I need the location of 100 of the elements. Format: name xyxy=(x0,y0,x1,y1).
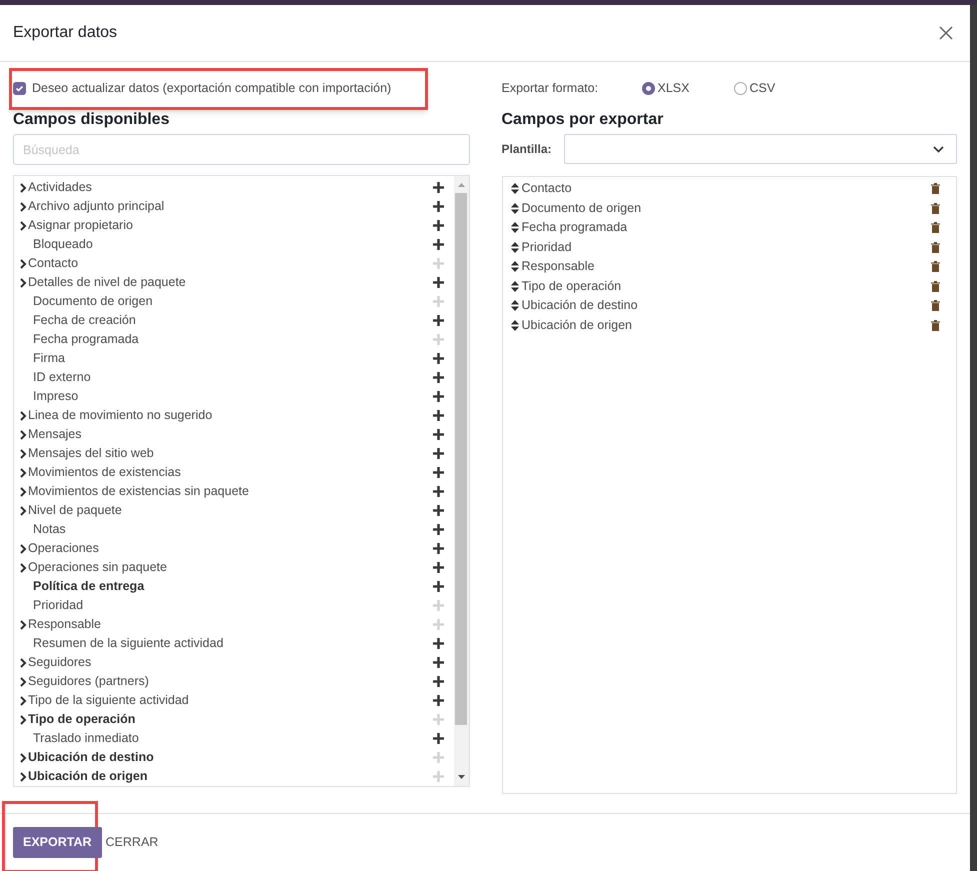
plus-icon[interactable] xyxy=(432,543,444,554)
plus-icon[interactable] xyxy=(432,581,444,592)
field-item[interactable]: Asignar propietario xyxy=(28,216,133,235)
field-item[interactable]: Tipo de operación xyxy=(28,710,136,729)
export-field: Prioridad xyxy=(522,238,572,257)
export-button[interactable]: EXPORTAR xyxy=(13,827,102,858)
plus-icon[interactable] xyxy=(432,239,444,250)
field-item[interactable]: Detalles de nivel de paquete xyxy=(28,273,186,292)
close-button[interactable]: CERRAR xyxy=(104,827,160,858)
field-item[interactable]: Documento de origen xyxy=(33,292,153,311)
plus-icon[interactable] xyxy=(432,676,444,687)
radio-label: CSV xyxy=(750,80,776,97)
field-item[interactable]: Mensajes xyxy=(28,425,82,444)
sort-handle-icon[interactable] xyxy=(510,242,518,253)
export-field: Fecha programada xyxy=(522,218,628,238)
section-title: Campos disponibles xyxy=(13,110,170,130)
plus-icon[interactable] xyxy=(432,201,444,212)
field-item[interactable]: Seguidores xyxy=(28,653,92,672)
chevron-down-icon xyxy=(933,146,944,152)
trash-icon[interactable] xyxy=(931,300,940,312)
field-item[interactable]: Mensajes del sitio web xyxy=(28,444,154,463)
field-item[interactable]: Archivo adjunto principal xyxy=(28,197,164,216)
plus-icon[interactable] xyxy=(432,562,444,573)
plus-icon[interactable] xyxy=(432,353,444,364)
export-field: Ubicación de origen xyxy=(522,316,632,335)
trash-icon[interactable] xyxy=(931,261,940,272)
field-item[interactable]: Seguidores (partners) xyxy=(28,672,149,691)
trash-icon[interactable] xyxy=(931,183,940,194)
field-item[interactable]: Traslado inmediato xyxy=(33,729,139,748)
plus-icon[interactable] xyxy=(432,410,444,421)
scrollbar[interactable] xyxy=(454,176,468,786)
sort-handle-icon[interactable] xyxy=(510,183,518,194)
plus-icon[interactable] xyxy=(432,733,444,744)
field-item[interactable]: Política de entrega xyxy=(33,577,144,596)
checkbox-label: Deseo actualizar datos (exportación compatible con importación) xyxy=(32,80,392,97)
trash-icon[interactable] xyxy=(931,320,940,331)
field-item[interactable]: Movimientos de existencias sin paquete xyxy=(28,482,249,501)
chevron-right-icon xyxy=(20,620,27,630)
plus-icon[interactable] xyxy=(432,315,444,326)
plus-icon[interactable] xyxy=(432,486,444,497)
field-item[interactable]: Operaciones xyxy=(28,539,99,558)
plus-icon[interactable] xyxy=(432,182,444,193)
export-field: Tipo de operación xyxy=(522,276,622,296)
field-item[interactable]: Contacto xyxy=(28,254,78,273)
dialog-title: Exportar datos xyxy=(13,23,118,43)
plus-icon[interactable] xyxy=(432,448,444,459)
plus-icon[interactable] xyxy=(432,277,444,288)
search-field[interactable]: Búsqueda xyxy=(13,134,470,165)
template-label: Plantilla: xyxy=(502,141,552,158)
field-item[interactable]: Ubicación de destino xyxy=(28,748,154,767)
section-title: Campos por exportar xyxy=(502,110,664,130)
trash-icon[interactable] xyxy=(931,280,940,292)
field-item[interactable]: Linea de movimiento no sugerido xyxy=(28,406,212,425)
field-item[interactable]: Firma xyxy=(33,349,65,368)
field-item[interactable]: Actividades xyxy=(28,178,92,197)
field-item[interactable]: Prioridad xyxy=(33,596,84,615)
plus-icon[interactable] xyxy=(432,372,444,383)
field-item[interactable]: Tipo de la siguiente actividad xyxy=(28,691,189,710)
plus-icon[interactable] xyxy=(432,391,444,402)
checkmark-icon xyxy=(15,84,24,92)
field-item[interactable]: Notas xyxy=(33,520,66,539)
field-item[interactable]: Fecha programada xyxy=(33,330,139,349)
radio-button[interactable] xyxy=(734,82,746,94)
field-item[interactable]: Ubicación de origen xyxy=(28,767,148,786)
field-item[interactable]: Impreso xyxy=(33,387,78,406)
checkbox[interactable] xyxy=(13,82,26,94)
field-item[interactable]: Bloqueado xyxy=(33,235,93,254)
field-item[interactable]: Fecha de creación xyxy=(33,311,136,330)
sort-handle-icon[interactable] xyxy=(510,280,518,292)
format-label: Exportar formato: xyxy=(502,80,600,97)
export-field: Documento de origen xyxy=(522,198,642,218)
close-icon[interactable] xyxy=(939,26,953,40)
sort-handle-icon[interactable] xyxy=(510,261,518,272)
radio-label: XLSX xyxy=(658,80,690,97)
plus-icon[interactable] xyxy=(432,220,444,231)
field-item[interactable]: Nivel de paquete xyxy=(28,501,122,520)
field-item[interactable]: Responsable xyxy=(28,615,101,634)
trash-icon[interactable] xyxy=(931,202,940,214)
sort-handle-icon[interactable] xyxy=(510,320,518,331)
field-item[interactable]: Movimientos de existencias xyxy=(28,463,181,482)
plus-icon[interactable] xyxy=(432,695,444,706)
plus-icon[interactable] xyxy=(432,657,444,668)
export-field: Contacto xyxy=(522,179,572,198)
trash-icon[interactable] xyxy=(931,222,940,234)
plus-icon[interactable] xyxy=(432,524,444,535)
export-field: Responsable xyxy=(522,257,594,276)
field-item[interactable]: ID externo xyxy=(33,368,91,387)
field-item[interactable]: Resumen de la siguiente actividad xyxy=(33,634,224,653)
sort-handle-icon[interactable] xyxy=(510,202,518,214)
trash-icon[interactable] xyxy=(931,242,940,253)
scroll-down-icon[interactable] xyxy=(458,775,464,780)
plus-icon[interactable] xyxy=(432,505,444,516)
sort-handle-icon[interactable] xyxy=(510,222,518,234)
plus-icon[interactable] xyxy=(432,638,444,649)
field-item[interactable]: Operaciones sin paquete xyxy=(28,558,167,577)
plus-icon[interactable] xyxy=(432,467,444,478)
plus-icon[interactable] xyxy=(432,429,444,440)
sort-handle-icon[interactable] xyxy=(510,300,518,312)
export-field: Ubicación de destino xyxy=(522,296,638,316)
radio-button[interactable] xyxy=(642,82,654,94)
